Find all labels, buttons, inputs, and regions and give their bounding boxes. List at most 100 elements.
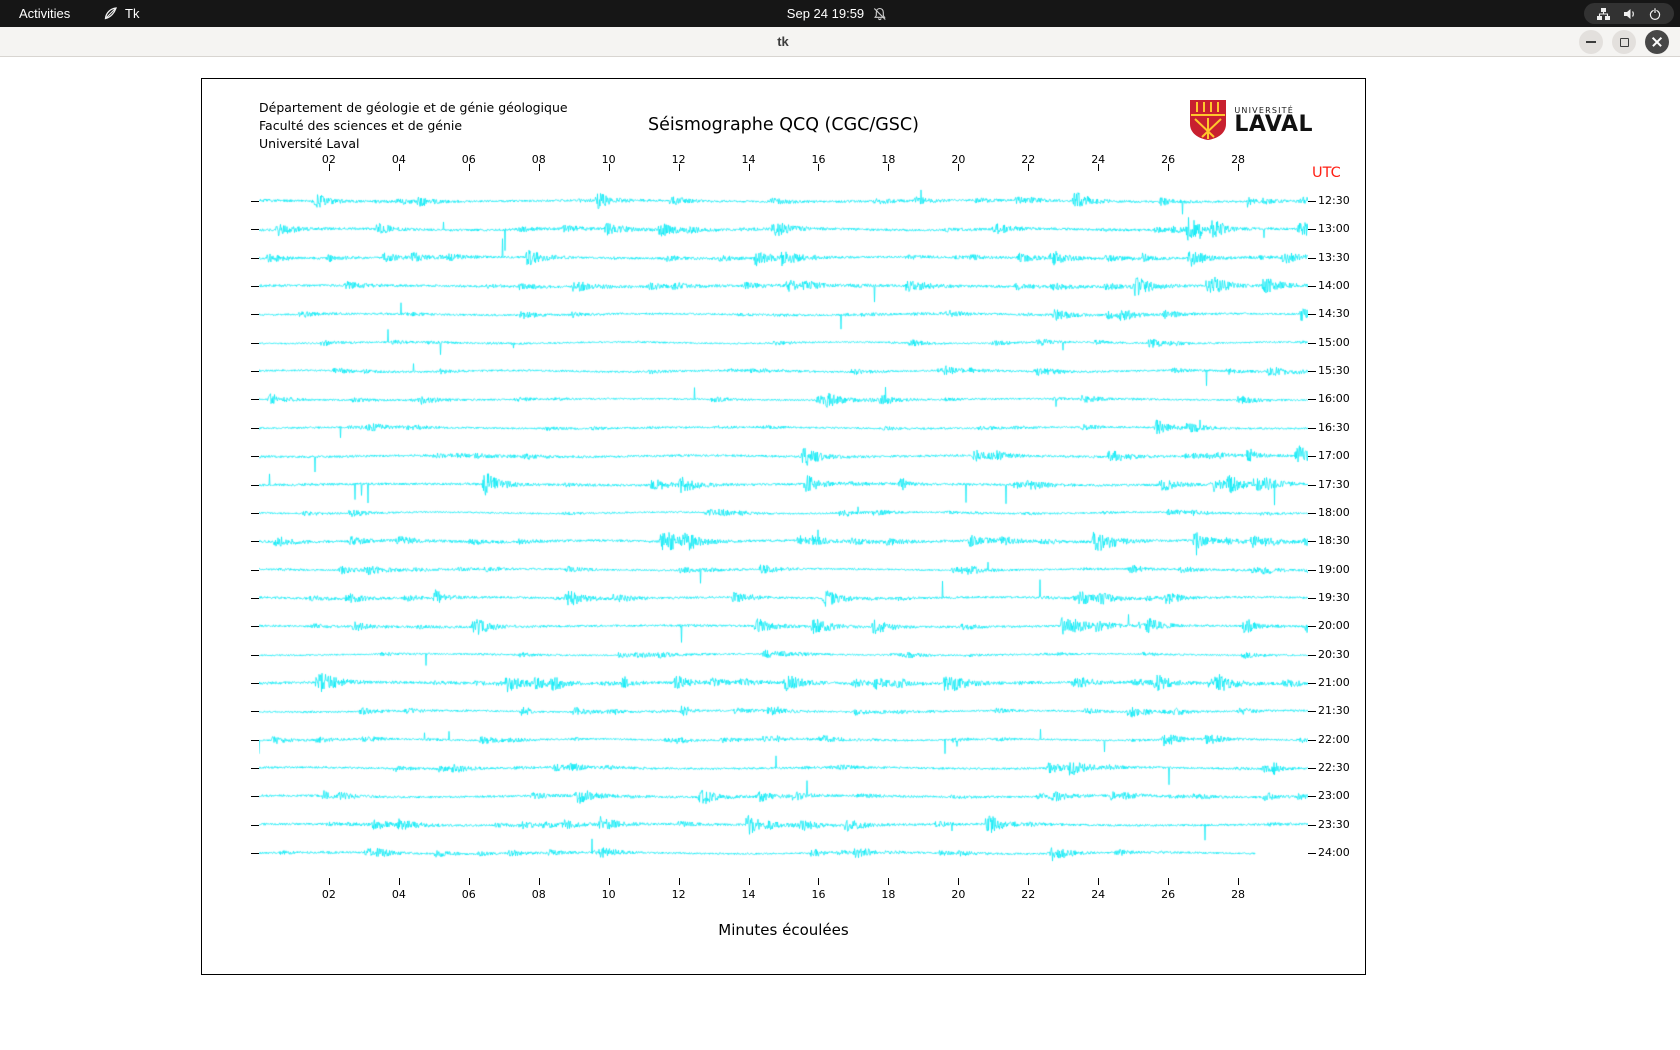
trace-time-label: 18:30 (1318, 534, 1350, 547)
x-tick-label-bottom: 20 (951, 888, 965, 901)
trace-tick-left (251, 456, 259, 457)
x-tick-label-bottom: 08 (532, 888, 546, 901)
x-tick-label-bottom: 02 (322, 888, 336, 901)
x-tick-label-bottom: 26 (1161, 888, 1175, 901)
trace-time-label: 21:00 (1318, 676, 1350, 689)
maximize-icon (1620, 38, 1629, 47)
trace-tick-left (251, 258, 259, 259)
trace-tick-left (251, 570, 259, 571)
trace-tick-left (251, 655, 259, 656)
trace-tick-right (1308, 626, 1316, 627)
x-tick-mark-top (818, 164, 819, 171)
x-tick-label-bottom: 06 (462, 888, 476, 901)
trace-tick-left (251, 853, 259, 854)
trace-time-label: 12:30 (1318, 194, 1350, 207)
x-tick-mark-top (1098, 164, 1099, 171)
minimize-button[interactable] (1579, 30, 1603, 54)
trace-tick-right (1308, 853, 1316, 854)
x-tick-mark-bottom (749, 878, 750, 885)
x-axis-label: Minutes écoulées (202, 921, 1365, 939)
trace-time-label: 19:00 (1318, 563, 1350, 576)
network-wired-icon (1596, 7, 1611, 21)
x-tick-mark-bottom (329, 878, 330, 885)
clock-text: Sep 24 19:59 (787, 6, 864, 21)
trace-tick-right (1308, 286, 1316, 287)
x-tick-mark-bottom (1028, 878, 1029, 885)
x-tick-mark-bottom (679, 878, 680, 885)
trace-tick-left (251, 485, 259, 486)
trace-time-label: 20:00 (1318, 619, 1350, 632)
x-tick-mark-top (609, 164, 610, 171)
laval-shield-icon (1189, 99, 1227, 141)
trace-tick-left (251, 314, 259, 315)
x-tick-mark-top (329, 164, 330, 171)
trace-time-label: 14:30 (1318, 307, 1350, 320)
trace-time-label: 13:00 (1318, 222, 1350, 235)
x-tick-mark-top (1028, 164, 1029, 171)
trace-tick-right (1308, 598, 1316, 599)
seismogram-plot (259, 171, 1308, 885)
close-button[interactable] (1645, 30, 1669, 54)
x-tick-label-bottom: 24 (1091, 888, 1105, 901)
trace-tick-right (1308, 399, 1316, 400)
trace-tick-right (1308, 541, 1316, 542)
department-line3: Université Laval (259, 135, 568, 153)
trace-tick-left (251, 796, 259, 797)
focused-app-indicator[interactable]: Tk (103, 0, 139, 27)
x-tick-mark-top (399, 164, 400, 171)
trace-tick-left (251, 399, 259, 400)
trace-tick-left (251, 825, 259, 826)
trace-tick-left (251, 428, 259, 429)
trace-time-label: 23:30 (1318, 818, 1350, 831)
x-tick-label-bottom: 16 (811, 888, 825, 901)
trace-time-label: 16:00 (1318, 392, 1350, 405)
power-icon (1648, 7, 1662, 21)
x-tick-mark-top (749, 164, 750, 171)
trace-tick-right (1308, 768, 1316, 769)
x-tick-label-bottom: 22 (1021, 888, 1035, 901)
trace-time-label: 17:30 (1318, 478, 1350, 491)
trace-tick-left (251, 740, 259, 741)
trace-time-label: 18:00 (1318, 506, 1350, 519)
desktop: { "topbar": { "activities": "Activities"… (0, 0, 1680, 1050)
system-status-area[interactable] (1584, 3, 1674, 24)
trace-tick-left (251, 711, 259, 712)
laval-logo-text: UNIVERSITÉ LAVAL (1234, 106, 1313, 135)
window-controls (1579, 30, 1669, 54)
x-tick-mark-bottom (888, 878, 889, 885)
trace-tick-right (1308, 201, 1316, 202)
trace-tick-right (1308, 513, 1316, 514)
trace-tick-right (1308, 428, 1316, 429)
x-tick-mark-top (679, 164, 680, 171)
x-tick-label-bottom: 14 (742, 888, 756, 901)
trace-tick-left (251, 371, 259, 372)
x-tick-label-bottom: 12 (672, 888, 686, 901)
window-content: Département de géologie et de génie géol… (0, 57, 1680, 1050)
trace-tick-right (1308, 711, 1316, 712)
trace-tick-right (1308, 371, 1316, 372)
trace-tick-right (1308, 314, 1316, 315)
trace-tick-right (1308, 655, 1316, 656)
window-titlebar[interactable]: tk (0, 27, 1680, 57)
window-title: tk (777, 27, 789, 57)
maximize-button[interactable] (1612, 30, 1636, 54)
x-tick-mark-bottom (539, 878, 540, 885)
x-tick-mark-top (1238, 164, 1239, 171)
x-tick-mark-bottom (469, 878, 470, 885)
trace-tick-right (1308, 456, 1316, 457)
trace-tick-left (251, 229, 259, 230)
x-tick-mark-bottom (609, 878, 610, 885)
trace-time-label: 23:00 (1318, 789, 1350, 802)
x-tick-label-bottom: 04 (392, 888, 406, 901)
utc-label: UTC (1312, 165, 1341, 181)
trace-time-label: 16:30 (1318, 421, 1350, 434)
x-tick-mark-top (1168, 164, 1169, 171)
clock-menu[interactable]: Sep 24 19:59 (787, 0, 887, 27)
trace-tick-left (251, 286, 259, 287)
activities-button[interactable]: Activities (10, 0, 79, 27)
trace-tick-right (1308, 570, 1316, 571)
universite-laval-logo: UNIVERSITÉ LAVAL (1189, 99, 1313, 141)
laval-logo-laval: LAVAL (1234, 115, 1313, 135)
volume-icon (1622, 7, 1637, 21)
trace-time-label: 19:30 (1318, 591, 1350, 604)
